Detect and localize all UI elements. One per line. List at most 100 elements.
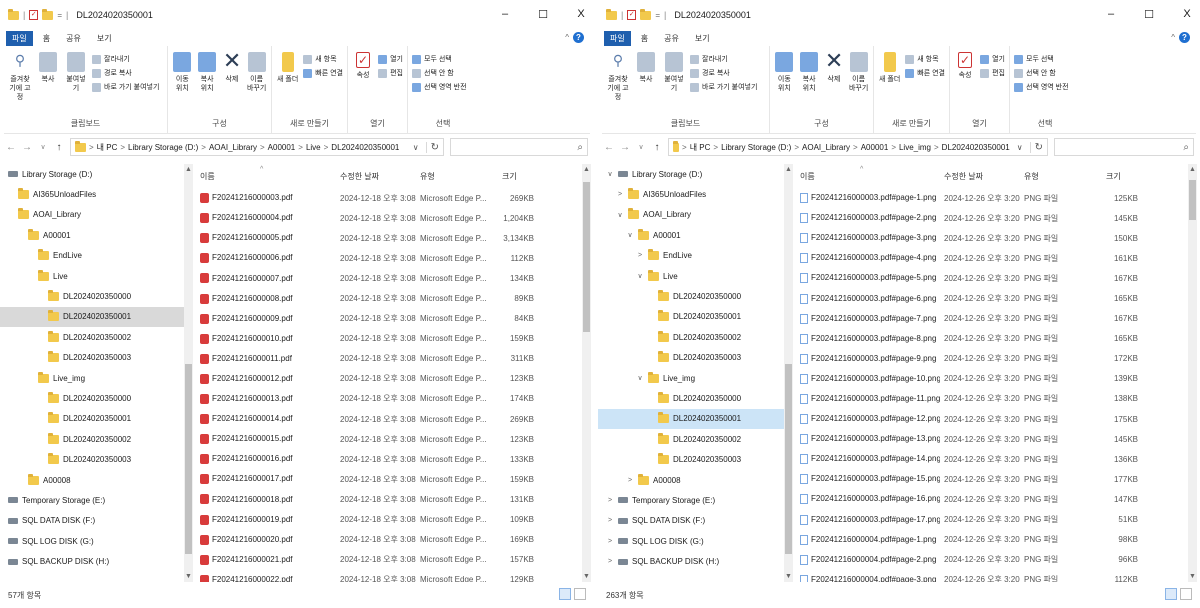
ribbon-tab[interactable]: 파일: [6, 30, 33, 46]
column-header-size[interactable]: 크기: [490, 171, 540, 182]
file-row[interactable]: F20241216000005.pdf 2024-12-18 오후 3:08 Mic…: [196, 228, 582, 248]
file-row[interactable]: F20241216000003.pdf#page-10.png 2024-12-2…: [796, 369, 1188, 389]
expand-chevron-icon[interactable]: >: [636, 252, 644, 259]
help-icon[interactable]: ?: [1179, 32, 1190, 43]
tree-item[interactable]: > AI365UnloadFiles: [598, 184, 784, 204]
file-row[interactable]: F20241216000020.pdf 2024-12-18 오후 3:08 Mic…: [196, 530, 582, 550]
column-header-date[interactable]: 수정한 날짜: [940, 171, 1020, 182]
cut-button[interactable]: 잘라내기: [92, 54, 159, 64]
breadcrumb-item[interactable]: AOAI_Library: [802, 143, 850, 152]
refresh-icon[interactable]: ↻: [425, 141, 439, 153]
tree-item[interactable]: ∨ A00001: [598, 225, 784, 245]
file-row[interactable]: F20241216000003.pdf#page-8.png 2024-12-26…: [796, 329, 1188, 349]
tree-item[interactable]: DL2024020350000: [598, 388, 784, 408]
new-item-button[interactable]: 새 항목: [905, 54, 945, 64]
expand-chevron-icon[interactable]: >: [606, 517, 614, 524]
tree-item[interactable]: DL2024020350001: [0, 306, 184, 328]
file-row[interactable]: F20241216000012.pdf 2024-12-18 오후 3:08 Mic…: [196, 369, 582, 389]
column-header-type[interactable]: 유형: [416, 171, 490, 182]
invert-button[interactable]: 선택 영역 반전: [1014, 82, 1069, 92]
expand-chevron-icon[interactable]: >: [626, 477, 634, 484]
scroll-down-icon[interactable]: ▼: [1188, 573, 1197, 580]
scroll-thumb[interactable]: [185, 364, 192, 554]
navigation-scrollbar[interactable]: ▲ ▼: [784, 164, 793, 582]
tree-item[interactable]: AOAI_Library: [0, 205, 184, 225]
ribbon-tab[interactable]: 보기: [91, 31, 118, 46]
tree-item[interactable]: > EndLive: [598, 246, 784, 266]
tree-item[interactable]: ∨ AOAI_Library: [598, 205, 784, 225]
tree-item[interactable]: DL2024020350002: [598, 429, 784, 449]
tree-item[interactable]: DL2024020350002: [598, 327, 784, 347]
easy-access-button[interactable]: 빠른 연결: [303, 68, 343, 78]
expand-chevron-icon[interactable]: >: [606, 497, 614, 504]
scroll-thumb[interactable]: [785, 364, 792, 554]
file-list-scrollbar[interactable]: ▲ ▼: [582, 164, 591, 582]
scroll-down-icon[interactable]: ▼: [184, 573, 193, 580]
copy-path-button[interactable]: 경로 복사: [690, 68, 757, 78]
tree-item[interactable]: Live_img: [0, 368, 184, 388]
open-button[interactable]: 열기: [980, 54, 1005, 64]
collapse-ribbon-icon[interactable]: ^: [565, 33, 569, 42]
cut-button[interactable]: 잘라내기: [690, 54, 757, 64]
collapse-ribbon-icon[interactable]: ^: [1171, 33, 1175, 42]
scroll-down-icon[interactable]: ▼: [784, 573, 793, 580]
easy-access-button[interactable]: 빠른 연결: [905, 68, 945, 78]
tree-item[interactable]: SQL DATA DISK (F:): [0, 511, 184, 531]
expand-chevron-icon[interactable]: >: [616, 191, 624, 198]
breadcrumb-item[interactable]: Library Storage (D:): [128, 143, 198, 152]
forward-arrow-icon[interactable]: →: [22, 142, 32, 153]
tree-item[interactable]: DL2024020350001: [598, 307, 784, 327]
file-row[interactable]: F20241216000003.pdf#page-12.png 2024-12-2…: [796, 409, 1188, 429]
file-row[interactable]: F20241216000003.pdf#page-2.png 2024-12-26…: [796, 208, 1188, 228]
minimize-button[interactable]: –: [1104, 8, 1118, 21]
tree-item[interactable]: DL2024020350000: [0, 286, 184, 306]
file-row[interactable]: F20241216000004.pdf#page-3.png 2024-12-26…: [796, 570, 1188, 582]
file-row[interactable]: F20241216000007.pdf 2024-12-18 오후 3:08 Mic…: [196, 268, 582, 288]
file-row[interactable]: F20241216000003.pdf#page-16.png 2024-12-2…: [796, 489, 1188, 509]
tree-item[interactable]: Library Storage (D:): [0, 164, 184, 184]
refresh-icon[interactable]: ↻: [1029, 141, 1043, 153]
file-row[interactable]: F20241216000021.pdf 2024-12-18 오후 3:08 Mic…: [196, 550, 582, 570]
ribbon-tab[interactable]: 공유: [658, 31, 685, 46]
scroll-up-icon[interactable]: ▲: [582, 166, 591, 173]
tree-item[interactable]: ∨ Live: [598, 266, 784, 286]
column-header-size[interactable]: 크기: [1094, 171, 1144, 182]
file-row[interactable]: F20241216000003.pdf#page-7.png 2024-12-26…: [796, 309, 1188, 329]
close-button[interactable]: X: [574, 8, 588, 21]
open-button[interactable]: 열기: [378, 54, 403, 64]
tree-item[interactable]: DL2024020350002: [0, 429, 184, 449]
scroll-up-icon[interactable]: ▲: [784, 166, 793, 173]
tree-item[interactable]: DL2024020350003: [0, 348, 184, 368]
tree-item[interactable]: SQL LOG DISK (G:): [0, 531, 184, 551]
navigation-scrollbar[interactable]: ▲ ▼: [184, 164, 193, 582]
large-icons-view-icon[interactable]: [574, 588, 586, 600]
breadcrumb-item[interactable]: 내 PC: [690, 142, 711, 153]
back-arrow-icon[interactable]: ←: [604, 142, 614, 153]
file-row[interactable]: F20241216000017.pdf 2024-12-18 오후 3:08 Mic…: [196, 469, 582, 489]
ribbon-tab[interactable]: 홈: [37, 31, 56, 46]
expand-chevron-icon[interactable]: ∨: [606, 170, 614, 178]
customize-toolbar-icon[interactable]: =: [655, 11, 660, 20]
tree-item[interactable]: A00001: [0, 225, 184, 245]
file-row[interactable]: F20241216000010.pdf 2024-12-18 오후 3:08 Mic…: [196, 329, 582, 349]
maximize-button[interactable]: ☐: [1142, 8, 1156, 21]
breadcrumb-item[interactable]: Live: [306, 143, 321, 152]
file-row[interactable]: F20241216000003.pdf#page-6.png 2024-12-26…: [796, 288, 1188, 308]
address-dropdown-icon[interactable]: ∨: [409, 143, 423, 152]
up-arrow-icon[interactable]: ↑: [54, 142, 64, 153]
file-row[interactable]: F20241216000003.pdf#page-13.png 2024-12-2…: [796, 429, 1188, 449]
file-row[interactable]: F20241216000011.pdf 2024-12-18 오후 3:08 Mic…: [196, 349, 582, 369]
file-row[interactable]: F20241216000003.pdf#page-17.png 2024-12-2…: [796, 510, 1188, 530]
expand-chevron-icon[interactable]: ∨: [616, 211, 624, 219]
recent-locations-icon[interactable]: ∨: [38, 143, 48, 151]
tree-item[interactable]: DL2024020350001: [598, 408, 784, 430]
tree-item[interactable]: A00008: [0, 470, 184, 490]
column-header-type[interactable]: 유형: [1020, 171, 1094, 182]
tree-item[interactable]: SQL BACKUP DISK (H:): [0, 551, 184, 571]
folder-icon[interactable]: [8, 8, 19, 20]
breadcrumb-item[interactable]: Live_img: [899, 143, 931, 152]
scroll-up-icon[interactable]: ▲: [1188, 166, 1197, 173]
tree-item[interactable]: Temporary Storage (E:): [0, 490, 184, 510]
column-header-name[interactable]: 이름: [196, 171, 336, 182]
tree-item[interactable]: EndLive: [0, 246, 184, 266]
